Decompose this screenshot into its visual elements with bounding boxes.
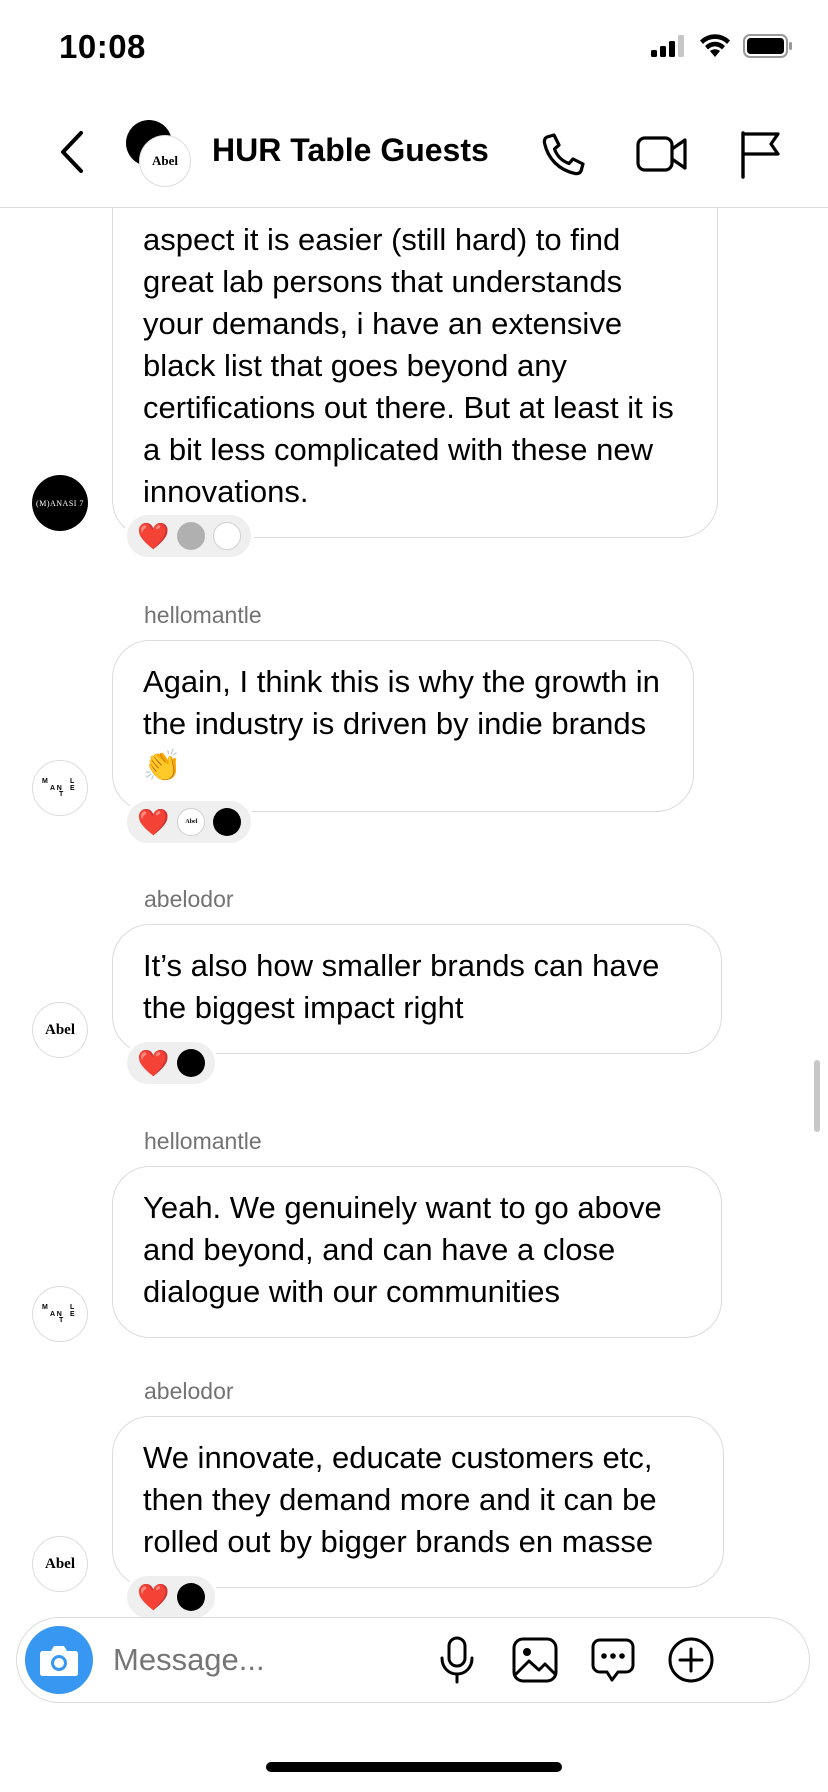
reactions-bar[interactable]: ❤️ xyxy=(124,1573,219,1618)
home-indicator[interactable] xyxy=(266,1762,562,1772)
video-call-button[interactable] xyxy=(634,126,690,182)
camera-button[interactable] xyxy=(25,1626,93,1694)
message-input[interactable] xyxy=(113,1642,413,1678)
avatar[interactable]: (M)ANASI 7 xyxy=(32,475,88,531)
image-icon xyxy=(512,1637,558,1683)
back-button[interactable] xyxy=(52,124,92,180)
heart-reaction-icon: ❤️ xyxy=(137,807,170,837)
sender-name: abelodor xyxy=(144,1378,234,1404)
report-button[interactable] xyxy=(732,126,788,182)
message-bubble[interactable]: aspect it is easier (still hard) to find… xyxy=(112,208,718,538)
scrollbar[interactable] xyxy=(814,1060,820,1132)
group-avatar[interactable]: Abel xyxy=(126,118,194,186)
chevron-left-icon xyxy=(61,131,83,173)
phone-icon xyxy=(542,133,585,176)
chat-header: Abel HUR Table Guests xyxy=(0,100,828,208)
message-text: Yeah. We genuinely want to go above and … xyxy=(143,1190,662,1309)
reactions-bar[interactable]: ❤️ xyxy=(124,512,255,560)
chat-bubble-icon xyxy=(591,1638,635,1682)
status-icons xyxy=(651,34,793,58)
sender-name: hellomantle xyxy=(144,1128,262,1154)
reactor-avatar xyxy=(213,522,242,550)
video-camera-icon xyxy=(636,136,687,172)
message-list[interactable]: aspect it is easier (still hard) to find… xyxy=(0,208,828,1618)
plus-circle-icon xyxy=(668,1637,714,1683)
more-button[interactable] xyxy=(663,1632,719,1688)
wifi-icon xyxy=(700,34,730,57)
camera-icon xyxy=(40,1646,78,1676)
reactor-avatar xyxy=(213,808,242,836)
heart-reaction-icon: ❤️ xyxy=(137,1048,170,1078)
reactor-avatar xyxy=(177,1583,206,1611)
flag-icon xyxy=(741,131,780,179)
message-text: It’s also how smaller brands can have th… xyxy=(143,948,660,1025)
heart-reaction-icon: ❤️ xyxy=(137,521,170,551)
avatar-label: (M)ANASI 7 xyxy=(36,498,84,508)
reactor-avatar xyxy=(177,1049,206,1077)
sticker-button[interactable] xyxy=(585,1632,641,1688)
call-button[interactable] xyxy=(536,126,592,182)
microphone-icon xyxy=(440,1636,474,1684)
message-bubble[interactable]: It’s also how smaller brands can have th… xyxy=(112,924,722,1054)
group-avatar-front: Abel xyxy=(140,136,190,186)
status-time: 10:08 xyxy=(59,28,146,65)
avatar[interactable]: M A N T L E xyxy=(32,760,88,816)
message-text: Again, I think this is why the growth in… xyxy=(143,664,660,783)
heart-reaction-icon: ❤️ xyxy=(137,1582,170,1612)
message-text: aspect it is easier (still hard) to find… xyxy=(143,222,674,509)
sender-name: abelodor xyxy=(144,886,234,912)
message-text: We innovate, educate customers etc, then… xyxy=(143,1440,657,1559)
avatar[interactable]: Abel xyxy=(32,1536,88,1592)
mantle-logo-icon: M A N T L E xyxy=(42,778,75,798)
chat-title[interactable]: HUR Table Guests xyxy=(212,132,489,169)
message-bubble[interactable]: Yeah. We genuinely want to go above and … xyxy=(112,1166,722,1338)
voice-message-button[interactable] xyxy=(429,1632,485,1688)
message-bubble[interactable]: We innovate, educate customers etc, then… xyxy=(112,1416,724,1588)
message-bubble[interactable]: Again, I think this is why the growth in… xyxy=(112,640,694,812)
reactions-bar[interactable]: ❤️ xyxy=(124,1039,219,1087)
reactor-avatar: Abel xyxy=(177,808,206,836)
gallery-button[interactable] xyxy=(507,1632,563,1688)
message-composer xyxy=(16,1617,810,1703)
avatar[interactable]: Abel xyxy=(32,1002,88,1058)
reactions-bar[interactable]: ❤️ Abel xyxy=(124,798,255,846)
avatar[interactable]: M A N T L E xyxy=(32,1286,88,1342)
status-bar: 10:08 xyxy=(0,0,828,100)
battery-icon xyxy=(743,34,792,58)
reactor-avatar xyxy=(177,522,206,550)
sender-name: hellomantle xyxy=(144,602,262,628)
mantle-logo-icon: M A N T L E xyxy=(42,1304,75,1324)
cellular-signal-icon xyxy=(651,35,684,57)
